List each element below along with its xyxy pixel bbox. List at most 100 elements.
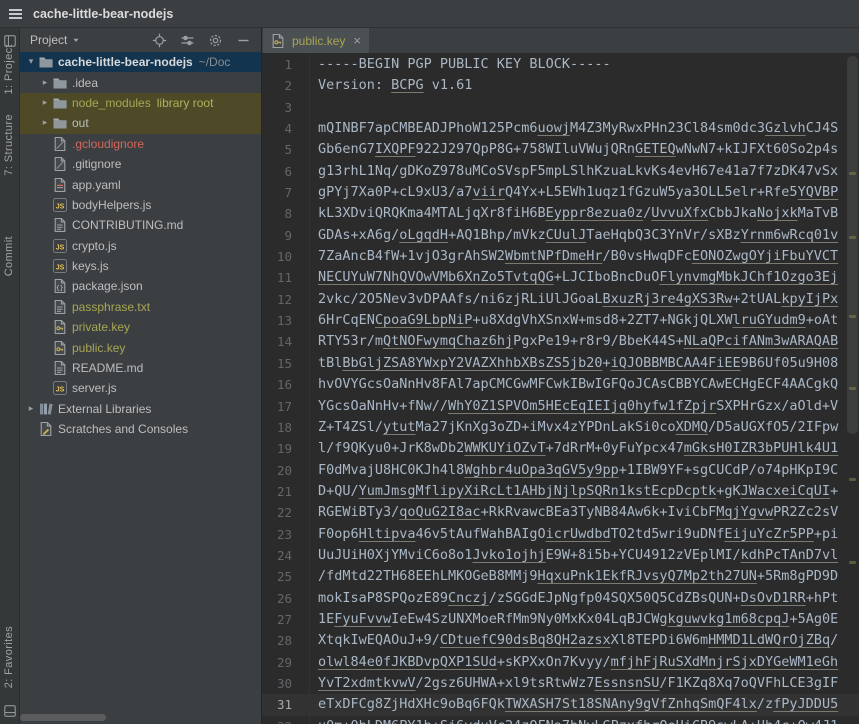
- code-line-8[interactable]: 8kL3XDviQRQKma4MTALjqXr8fiH6BEyppr8ezua0…: [262, 203, 859, 224]
- collapsed-arrow-icon[interactable]: ▸: [38, 78, 52, 88]
- tree-item--gitignore[interactable]: .gitignore: [20, 154, 261, 174]
- code-line-24[interactable]: 24UuJUiH0XjYMviC6o8o1Jvko1ojhjE9W+8i5b+Y…: [262, 545, 859, 566]
- text-file-icon: [52, 299, 68, 315]
- close-icon[interactable]: ×: [353, 34, 361, 47]
- tool-button-commit[interactable]: Commit: [3, 236, 15, 276]
- ide-window: cache-little-bear-nodejs 1: Project 7: S…: [0, 0, 859, 724]
- tree-item-bodyhelpers-js[interactable]: JSbodyHelpers.js: [20, 195, 261, 215]
- code-line-25[interactable]: 25/fdMtd22TH68EEhLMKOGeB8MMj9HqxuPnk1Ekf…: [262, 566, 859, 587]
- line-number: 21: [262, 481, 310, 502]
- code-line-30[interactable]: 30YvT2xdmtkvwV/2gsz6UHWA+xl9tsRtwWz7Essn…: [262, 673, 859, 694]
- collapsed-arrow-icon[interactable]: ▸: [38, 118, 52, 128]
- collapsed-arrow-icon[interactable]: ▸: [38, 98, 52, 108]
- typo-underline: FlynvmgMbkJChf1Ozgo3Ej: [659, 269, 838, 285]
- code-line-19[interactable]: 19l/f9QKyu0+JrK8wDb2WWKUYiOZvT+7dRrM+0yF…: [262, 438, 859, 459]
- typo-underline: NECUYuW7NhQVOwVMb6XnZo5TvtqQG: [318, 269, 554, 285]
- expanded-arrow-icon[interactable]: ▾: [24, 57, 38, 67]
- menu-icon[interactable]: [9, 9, 22, 19]
- tree-item-cache-little-bear-nodejs[interactable]: ▾cache-little-bear-nodejs~/Doc: [20, 52, 261, 72]
- title-bar: cache-little-bear-nodejs: [0, 0, 859, 28]
- tree-item-out[interactable]: ▸out: [20, 113, 261, 133]
- tree-item-app-yaml[interactable]: app.yaml: [20, 174, 261, 194]
- code-line-4[interactable]: 4mQINBF7apCMBEADJPhoW125Pcm6uowjM4Z3MyRw…: [262, 118, 859, 139]
- tool-window-toggle-icon[interactable]: [4, 704, 16, 716]
- tree-item-node-modules[interactable]: ▸node_moduleslibrary root: [20, 93, 261, 113]
- typo-underline: XDMQ: [676, 419, 709, 435]
- ignore-file-icon: [52, 156, 68, 172]
- tree-item-external-libraries[interactable]: ▸External Libraries: [20, 399, 261, 419]
- code-line-18[interactable]: 18Z+T4ZSl/ytutMa27jKnXg3oZD+iMvx4zYPDnLa…: [262, 417, 859, 438]
- tree-item--gcloudignore[interactable]: .gcloudignore: [20, 134, 261, 154]
- code-line-31[interactable]: 31eTxDFCg8ZjHdXHc9oBq6FQkTWXASH7St18SNAn…: [262, 694, 859, 715]
- horizontal-scrollbar-thumb[interactable]: [20, 714, 106, 721]
- tool-button-project[interactable]: 1: Project: [3, 44, 15, 94]
- code-line-13[interactable]: 136HrCqENCpoaG9LbpNiP+u8XdgVhXSnxW+msd8+…: [262, 310, 859, 331]
- tree-item-contributing-md[interactable]: CONTRIBUTING.md: [20, 215, 261, 235]
- line-number: 25: [262, 566, 310, 587]
- code-line-5[interactable]: 5Gb6enG7IXQPF922J297QpP8G+758WIluVWujQRn…: [262, 139, 859, 160]
- tree-item-label: cache-little-bear-nodejs: [58, 55, 193, 69]
- code-line-23[interactable]: 23F0op6Hltipva46v5tAufWahBAIgOicrUwdbdTO…: [262, 524, 859, 545]
- code-line-14[interactable]: 14RTY53r/mQtNOFwymqChaz6hjPgxPe19+r8r9/B…: [262, 331, 859, 352]
- code-text: 6HrCqENCpoaG9LbpNiP+u8XdgVhXSnxW+msd8+2Z…: [310, 310, 838, 331]
- code-line-15[interactable]: 15tBlBbGljZSA8YWxpY2VAZXhhbXBsZS5jb20+iQ…: [262, 353, 859, 374]
- code-line-7[interactable]: 7gPYj7Xa0P+cL9xU3/a7viirQ4Yx+L5EWh1uqz1f…: [262, 182, 859, 203]
- target-icon[interactable]: [152, 33, 167, 48]
- stripe-mark-icon: [849, 172, 856, 175]
- code-text: YvT2xdmtkvwV/2gsz6UHWA+xl9tsRtwWz7Essnsn…: [310, 673, 838, 694]
- tree-item-crypto-js[interactable]: JScrypto.js: [20, 236, 261, 256]
- typo-underline: viir: [472, 184, 505, 200]
- code-line-2[interactable]: 2Version: BCPG v1.61: [262, 75, 859, 96]
- gear-icon[interactable]: [208, 33, 223, 48]
- code-line-9[interactable]: 9GDAs+xA6g/oLgqdH+AQ1Bhp/mVkzCUulJTaeHqb…: [262, 225, 859, 246]
- code-line-6[interactable]: 6g13rhL1Nq/gDKoZ978uMCoSVspF5mpLSlhKzuaL…: [262, 161, 859, 182]
- tree-item-package-json[interactable]: {}package.json: [20, 276, 261, 296]
- typo-underline: BxuzRj3re4gXS3Rw: [602, 291, 732, 307]
- project-view-dropdown[interactable]: Project: [30, 33, 80, 47]
- tree-item-passphrase-txt[interactable]: passphrase.txt: [20, 297, 261, 317]
- tree-item-private-key[interactable]: private.key: [20, 317, 261, 337]
- code-line-26[interactable]: 26mokIsaP8SPQozE89Cnczj/zSGGdEJpNgfp04SQ…: [262, 588, 859, 609]
- code-line-22[interactable]: 22RGEWiBTy3/qoQuG2I8ac+RkRvawcBEa3TyNB84…: [262, 502, 859, 523]
- tool-button-structure[interactable]: 7: Structure: [3, 114, 15, 176]
- code-line-21[interactable]: 21D+QU/YumJmsgMflipyXiRcLt1AHbjNjlpSQRn1…: [262, 481, 859, 502]
- collapsed-arrow-icon[interactable]: ▸: [24, 404, 38, 414]
- line-number: 29: [262, 652, 310, 673]
- code-line-12[interactable]: 122vkc/2O5Nev3vDPAAfs/ni6zjRLiUlJGoaLBxu…: [262, 289, 859, 310]
- tree-item-scratches-and-consoles[interactable]: Scratches and Consoles: [20, 419, 261, 439]
- js-file-icon: JS: [52, 238, 68, 254]
- tree-item-readme-md[interactable]: README.md: [20, 358, 261, 378]
- typo-underline: Nojxk: [757, 205, 798, 221]
- typo-underline: HMMD1LdWQrOjZBq: [708, 632, 830, 648]
- vertical-scrollbar: [846, 54, 859, 724]
- tool-button-favorites[interactable]: 2: Favorites: [3, 626, 15, 688]
- code-line-32[interactable]: 32u0m+0bLDM6PY1b+Sj6vduVc24zOFNa7bNyLGPz…: [262, 716, 859, 724]
- line-number: 27: [262, 609, 310, 630]
- tree-item-server-js[interactable]: JSserver.js: [20, 378, 261, 398]
- code-line-10[interactable]: 107ZaAncB4fW+1vjO3grAhSW2WbmtNPfDmeHr/B0…: [262, 246, 859, 267]
- code-text: 1EFyuFvvwIeEw4SzUNXMoeRfMm9Ny0MxKx04LqBJ…: [310, 609, 838, 630]
- code-line-27[interactable]: 271EFyuFvvwIeEw4SzUNXMoeRfMm9Ny0MxKx04Lq…: [262, 609, 859, 630]
- tab-public-key[interactable]: public.key ×: [263, 28, 369, 53]
- code-line-28[interactable]: 28XtqkIwEQAOuJ+9/CDtuefC90dsBq8QH2azsxXl…: [262, 630, 859, 651]
- tree-item-label: CONTRIBUTING.md: [72, 218, 183, 232]
- code-line-17[interactable]: 17YGcsOaNnHv+fNw//WhY0Z1SPVOm5HEcEqIEIjq…: [262, 396, 859, 417]
- tree-item-public-key[interactable]: public.key: [20, 337, 261, 357]
- js-file-icon: JS: [52, 258, 68, 274]
- tree-item--idea[interactable]: ▸.idea: [20, 72, 261, 92]
- line-number: 2: [262, 75, 310, 96]
- code-line-16[interactable]: 16hvOVYGcsOaNnHv8FAl7apCMCGwMFCwkIBwIGFQ…: [262, 374, 859, 395]
- filter-icon[interactable]: [180, 33, 195, 48]
- tree-item-keys-js[interactable]: JSkeys.js: [20, 256, 261, 276]
- hide-icon[interactable]: [236, 33, 251, 48]
- code-editor[interactable]: 1-----BEGIN PGP PUBLIC KEY BLOCK-----2Ve…: [262, 54, 859, 724]
- code-line-20[interactable]: 20F0dMvajU8HC0KJh4l8Wghbr4uOpa3qGV5y9pp+…: [262, 460, 859, 481]
- typo-underline: BCPG: [391, 77, 424, 93]
- line-number: 6: [262, 161, 310, 182]
- code-line-29[interactable]: 29olwl84e0fJKBDvpQXP1SUd+sKPXxOn7Kvyy/mf…: [262, 652, 859, 673]
- code-line-1[interactable]: 1-----BEGIN PGP PUBLIC KEY BLOCK-----: [262, 54, 859, 75]
- line-number: 24: [262, 545, 310, 566]
- code-line-11[interactable]: 11NECUYuW7NhQVOwVMb6XnZo5TvtqQG+LJCIboBn…: [262, 267, 859, 288]
- vertical-scrollbar-thumb[interactable]: [847, 56, 858, 434]
- code-line-3[interactable]: 3: [262, 97, 859, 118]
